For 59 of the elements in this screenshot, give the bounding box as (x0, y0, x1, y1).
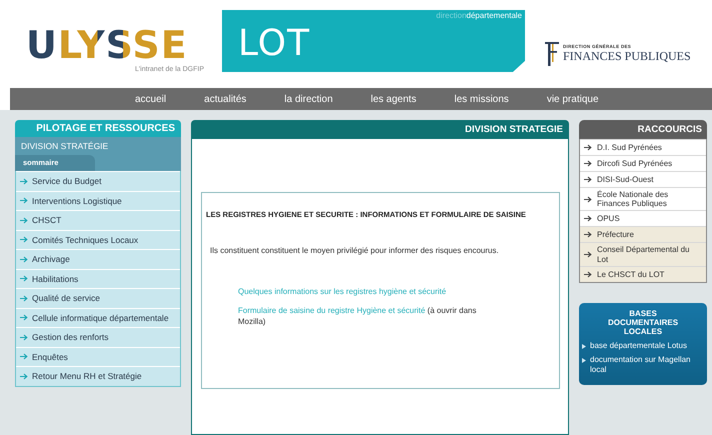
panel-title: BASES DOCUMENTAIRES LOCALES (606, 308, 680, 336)
arrow-icon (20, 236, 28, 244)
sidebar-link[interactable]: Retour Menu RH et Stratégie (16, 366, 180, 386)
arrow-icon (584, 196, 592, 203)
arrow-icon (20, 314, 28, 322)
shortcut-link[interactable]: Le CHSCT du LOT (580, 266, 706, 282)
nav-link[interactable]: la direction (284, 94, 333, 104)
sidebar-link[interactable]: Habilitations (16, 268, 180, 288)
arrow-icon (20, 334, 28, 341)
arrow-icon (20, 275, 28, 282)
shortcut-link[interactable]: OPUS (580, 210, 706, 226)
arrow-icon (20, 353, 28, 360)
panel-title: RACCOURCIS (579, 120, 707, 139)
arrow-icon (20, 294, 28, 302)
arrow-icon (20, 178, 28, 185)
shortcut-link[interactable]: Conseil Départemental du Lot (580, 242, 706, 266)
banner-caption: directiondépartementale (436, 11, 522, 20)
arrow-icon (584, 160, 592, 167)
article-intro: Ils constituent constituent le moyen privilégié pour informer des risques encourus. (210, 246, 500, 255)
nav-link[interactable]: vie pratique (546, 94, 599, 104)
sidebar-link[interactable]: Interventions Logistique (16, 190, 180, 210)
arrow-icon (20, 372, 28, 380)
arrow-icon (584, 176, 592, 183)
bullet-icon (582, 344, 586, 349)
sidebar-link[interactable]: Service du Budget (16, 171, 180, 190)
sidebar-link[interactable]: Qualité de service (16, 288, 180, 308)
sidebar-link[interactable]: Cellule informatique départementale (16, 308, 180, 327)
nav-link[interactable]: accueil (135, 94, 166, 104)
section-header: DIVISION STRATÉGIE (15, 137, 181, 155)
nav-link[interactable]: les missions (454, 94, 509, 104)
sidebar-link[interactable]: Gestion des renforts (16, 327, 180, 346)
shortcut-link[interactable]: DISI-Sud-Ouest (580, 171, 706, 187)
arrow-icon (584, 215, 592, 222)
sidebar-link[interactable]: Enquêtes (16, 346, 180, 366)
arrow-icon (20, 197, 28, 204)
shortcut-link[interactable]: Préfecture (580, 226, 706, 242)
arrow-icon (20, 216, 28, 224)
nav-link[interactable]: les agents (370, 94, 416, 104)
panel-title: PILOTAGE ET RESSOURCES (15, 120, 181, 137)
arrow-icon (584, 144, 592, 151)
shortcut-link[interactable]: D.I. Sud Pyrénées (580, 139, 706, 155)
sidebar-link[interactable]: Archivage (16, 249, 180, 268)
bullet-icon (582, 358, 586, 364)
sidebar-link[interactable]: CHSCT (16, 210, 180, 230)
panel-title: DIVISION STRATEGIE (191, 120, 569, 139)
partner-name: FINANCES PUBLIQUES (563, 49, 691, 64)
sidebar-link[interactable]: Comités Techniques Locaux (16, 230, 180, 249)
emblem-icon (545, 42, 559, 66)
arrow-icon (584, 231, 592, 238)
arrow-icon (584, 251, 592, 258)
document-base-link[interactable]: documentation sur Magellan local (582, 355, 704, 375)
nav-link[interactable]: actualités (204, 94, 246, 104)
shortcut-link[interactable]: École Nationale des Finances Publiques (580, 187, 706, 210)
shortcut-link[interactable]: Dircofi Sud Pyrénées (580, 155, 706, 171)
document-base-link[interactable]: base départementale Lotus (582, 340, 704, 350)
banner-title: LOT (238, 26, 310, 62)
link-sentence: Formulaire de saisine du registre Hygiène et sécurité (à ouvrir dans Mozilla) (238, 306, 478, 328)
arrow-icon (20, 256, 28, 263)
arrow-icon (584, 270, 592, 278)
